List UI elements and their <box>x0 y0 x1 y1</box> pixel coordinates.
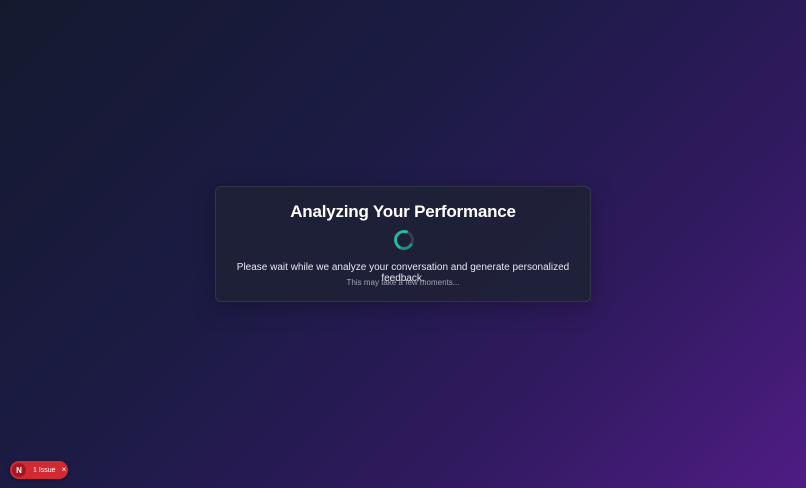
issues-count-label: 1 Issue <box>33 466 56 474</box>
loading-submessage: This may take a few moments... <box>346 278 460 287</box>
loading-spinner-icon <box>391 227 417 253</box>
issues-badge-button[interactable]: N 1 Issue × <box>10 461 68 479</box>
nextjs-logo-icon: N <box>12 463 26 477</box>
page-title: Analyzing Your Performance <box>290 202 516 221</box>
loading-card: Analyzing Your Performance Please wait w… <box>215 186 591 302</box>
close-icon[interactable]: × <box>62 466 67 474</box>
